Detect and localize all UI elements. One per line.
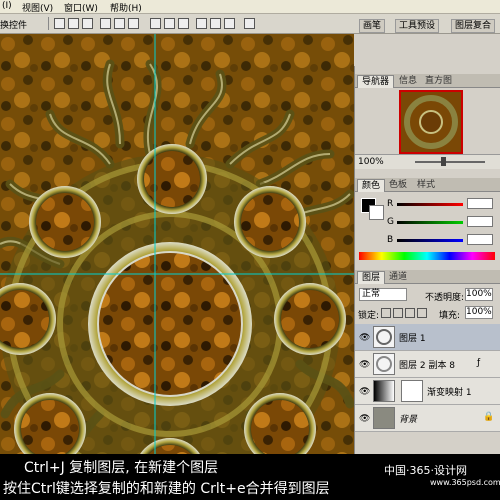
lock-label: 锁定: <box>358 311 380 321</box>
layer-effects-icon[interactable]: ƒ <box>477 358 480 368</box>
layer-thumbnail <box>373 353 395 375</box>
menu-item-image[interactable]: (I) <box>2 1 12 11</box>
distribute-center-icon[interactable] <box>210 18 221 29</box>
lock-pixels-icon[interactable] <box>393 308 403 318</box>
fill-field[interactable]: 100% <box>465 306 493 319</box>
tab-styles[interactable]: 样式 <box>413 179 439 191</box>
document-canvas[interactable] <box>0 34 354 500</box>
channel-r-label: R <box>387 199 394 209</box>
align-center-icon[interactable] <box>114 18 125 29</box>
channel-g-value[interactable] <box>467 216 493 227</box>
navigator-zoom-bar: 100% <box>355 154 500 169</box>
well-tab-tool-presets[interactable]: 工具预设 <box>395 19 440 33</box>
menu-item-window[interactable]: 窗口(W) <box>64 1 98 14</box>
distribute-top-icon[interactable] <box>150 18 161 29</box>
ornament-artwork <box>0 34 354 500</box>
visibility-eye-icon[interactable]: 👁 <box>359 360 370 370</box>
watermark-url: www.365psd.com <box>430 478 500 487</box>
tab-info[interactable]: 信息 <box>395 75 421 87</box>
layer-name[interactable]: 图层 2 副本 8 <box>399 358 455 371</box>
navigator-preview[interactable] <box>399 90 463 154</box>
layer-thumbnail <box>373 407 395 429</box>
tab-navigator[interactable]: 导航器 <box>357 75 395 88</box>
channel-r-value[interactable] <box>467 198 493 209</box>
layer-name[interactable]: 背景 <box>399 412 417 425</box>
lock-position-icon[interactable] <box>405 308 415 318</box>
menu-bar: (I) 视图(V) 窗口(W) 帮助(H) <box>0 0 500 14</box>
navigator-thumbnail <box>404 95 458 149</box>
layer-row[interactable]: 👁 图层 2 副本 8 ƒ <box>355 351 500 378</box>
opacity-field[interactable]: 100% <box>465 288 493 301</box>
transform-controls-label[interactable]: 换控件 <box>0 18 27 31</box>
color-ramp[interactable] <box>359 252 495 260</box>
opacity-value: 100% <box>466 289 492 299</box>
navigator-tabs: 导航器 信息 直方图 <box>355 74 500 88</box>
background-color-swatch[interactable] <box>369 205 384 220</box>
tab-swatches[interactable]: 色板 <box>385 179 411 191</box>
layer-thumbnail <box>373 326 395 348</box>
palette-well: 画笔 工具预设 图层复合 <box>355 14 500 33</box>
well-tab-brushes[interactable]: 画笔 <box>359 19 386 33</box>
align-top-icon[interactable] <box>54 18 65 29</box>
fill-value: 100% <box>466 307 492 317</box>
layer-mask-thumbnail <box>401 380 423 402</box>
caption-line-1: Ctrl+J 复制图层, 在新建个图层 <box>24 460 219 476</box>
watermark-text: 中国·365·设计网 <box>384 464 467 477</box>
distribute-left-icon[interactable] <box>196 18 207 29</box>
layer-name[interactable]: 图层 1 <box>399 331 426 344</box>
menu-item-view[interactable]: 视图(V) <box>22 1 53 14</box>
caption-line-2: 按住Ctrl键选择复制的和新建的 Crlt+e合并得到图层 <box>3 481 330 497</box>
fill-label: 填充: <box>439 311 461 321</box>
channel-g-slider[interactable] <box>397 221 463 224</box>
lock-all-icon[interactable] <box>417 308 427 318</box>
layer-name[interactable]: 渐变映射 1 <box>427 385 472 398</box>
color-tabs: 颜色 色板 样式 <box>355 178 500 192</box>
tab-channels[interactable]: 通道 <box>385 271 411 283</box>
layer-row[interactable]: 👁 渐变映射 1 <box>355 378 500 405</box>
layer-row[interactable]: 👁 图层 1 <box>355 324 500 351</box>
channel-b-slider[interactable] <box>397 239 463 242</box>
align-right-icon[interactable] <box>128 18 139 29</box>
visibility-eye-icon[interactable]: 👁 <box>359 387 370 397</box>
tab-histogram[interactable]: 直方图 <box>421 75 456 87</box>
zoom-slider-handle[interactable] <box>441 157 446 166</box>
align-bottom-icon[interactable] <box>82 18 93 29</box>
zoom-slider[interactable] <box>415 161 485 163</box>
auto-align-icon[interactable] <box>244 18 255 29</box>
right-panel-dock: 导航器 信息 直方图 100% 颜色 色板 样式 R G B 图层 通道 正常 … <box>354 66 500 500</box>
align-middle-icon[interactable] <box>68 18 79 29</box>
channel-b-label: B <box>387 235 394 245</box>
options-separator <box>48 17 49 30</box>
lock-transparency-icon[interactable] <box>381 308 391 318</box>
blend-mode-value: 正常 <box>362 289 381 299</box>
menu-item-help[interactable]: 帮助(H) <box>110 1 142 14</box>
channel-r-slider[interactable] <box>397 203 463 206</box>
tab-color[interactable]: 颜色 <box>357 179 386 192</box>
visibility-eye-icon[interactable]: 👁 <box>359 333 370 343</box>
adjustment-thumbnail <box>373 380 395 402</box>
layers-tabs: 图层 通道 <box>355 270 500 284</box>
lock-icon: 🔒 <box>483 412 495 422</box>
zoom-level[interactable]: 100% <box>358 157 384 167</box>
well-tab-layer-comps[interactable]: 图层复合 <box>451 19 496 33</box>
opacity-label: 不透明度: <box>425 293 465 303</box>
distribute-bottom-icon[interactable] <box>178 18 189 29</box>
distribute-right-icon[interactable] <box>224 18 235 29</box>
channel-g-label: G <box>387 217 394 227</box>
blend-mode-select[interactable]: 正常 <box>359 288 407 301</box>
align-left-icon[interactable] <box>100 18 111 29</box>
channel-b-value[interactable] <box>467 234 493 245</box>
tab-layers[interactable]: 图层 <box>357 271 386 284</box>
visibility-eye-icon[interactable]: 👁 <box>359 414 370 424</box>
layer-row[interactable]: 👁 背景 🔒 <box>355 405 500 432</box>
distribute-middle-icon[interactable] <box>164 18 175 29</box>
